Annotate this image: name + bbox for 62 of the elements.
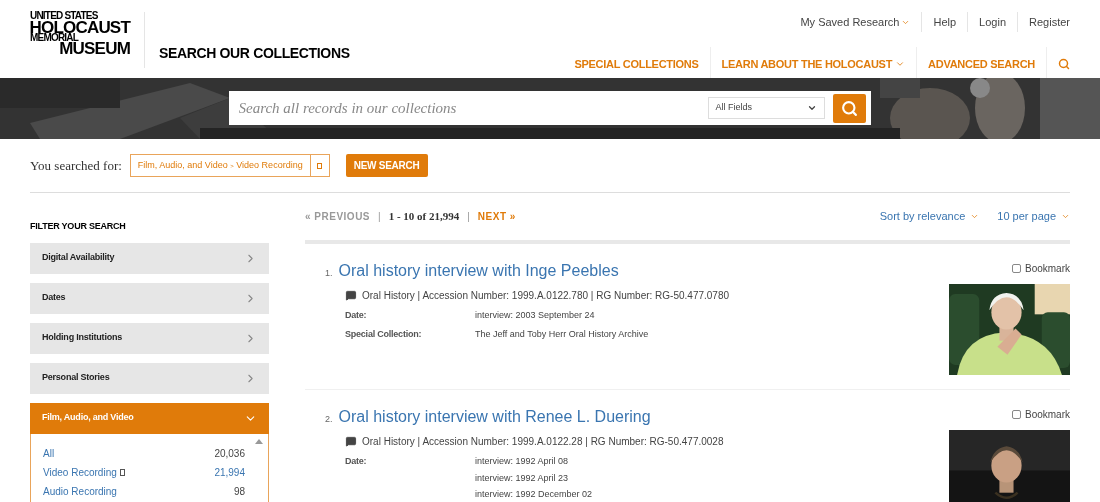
filter-option[interactable]: All bbox=[43, 445, 55, 461]
result-number: 2. bbox=[325, 413, 333, 426]
square-icon bbox=[119, 468, 125, 476]
speech-bubble-icon bbox=[345, 290, 357, 301]
pagination-separator: | bbox=[378, 210, 381, 224]
pagination-separator: | bbox=[467, 210, 470, 224]
utility-link[interactable]: My Saved Research bbox=[800, 13, 911, 31]
checkbox[interactable] bbox=[1012, 264, 1021, 273]
field-label: Date: bbox=[345, 309, 368, 322]
field-label: Date: bbox=[345, 455, 368, 468]
filter-heading: FILTER YOUR SEARCH bbox=[30, 220, 127, 233]
filter-header[interactable]: Holding Institutions bbox=[30, 322, 269, 354]
result-number: 1. bbox=[325, 267, 333, 280]
nav-link[interactable]: LEARN ABOUT THE HOLOCAUST bbox=[721, 55, 906, 73]
scroll-up-icon bbox=[255, 438, 263, 444]
sort-dropdown[interactable]: Sort by relevance bbox=[879, 208, 980, 225]
utility-link[interactable]: Login bbox=[979, 13, 1007, 31]
field-value: interview: 1992 April 23 bbox=[475, 471, 570, 485]
search-icon[interactable] bbox=[1058, 58, 1070, 70]
result-meta: Oral History | Accession Number: 1999.A.0122.28 | RG Number: RG-50.477.0028 bbox=[362, 435, 724, 449]
nav-link[interactable]: ADVANCED SEARCH bbox=[928, 55, 1035, 73]
new-search-button[interactable]: NEW SEARCH bbox=[345, 154, 428, 177]
museum-logo[interactable]: UNITED STATES HOLOCAUST MEMORIAL MUSEUM bbox=[30, 0, 130, 57]
filter-header[interactable]: Personal Stories bbox=[30, 362, 269, 394]
sort-dropdown[interactable]: 10 per page bbox=[997, 208, 1070, 225]
search-button[interactable] bbox=[832, 93, 866, 123]
search-icon bbox=[840, 99, 858, 117]
utility-link[interactable]: Register bbox=[1029, 13, 1070, 31]
result-range: 1 - 10 of 21,994 bbox=[388, 209, 460, 225]
chevron-down-icon bbox=[970, 212, 980, 221]
search-field[interactable]: Search all records in our collections bbox=[228, 91, 708, 125]
utility-link[interactable]: Help bbox=[933, 13, 957, 31]
chevron-down-icon bbox=[1061, 212, 1070, 221]
previous-link[interactable]: « PREVIOUS bbox=[305, 209, 371, 224]
searched-for-label: You searched for: bbox=[30, 156, 122, 175]
field-label: Special Collection: bbox=[345, 327, 423, 341]
speech-bubble-icon bbox=[345, 436, 357, 447]
filter-header[interactable]: Digital Availability bbox=[30, 242, 269, 274]
filter-header[interactable]: Dates bbox=[30, 282, 269, 314]
chevron-down-icon bbox=[806, 103, 817, 113]
square-icon[interactable] bbox=[317, 162, 323, 169]
option-count: 20,036 bbox=[214, 446, 245, 461]
filter-option[interactable]: Video Recording bbox=[43, 464, 125, 480]
field-value: interview: 1992 April 08 bbox=[475, 455, 570, 468]
field-value: The Jeff and Toby Herr Oral History Archive bbox=[475, 327, 649, 341]
filter-option[interactable]: Audio Recording bbox=[43, 483, 117, 499]
option-count: 21,994 bbox=[214, 465, 245, 480]
chevron-down-icon bbox=[895, 59, 906, 69]
option-count: 98 bbox=[233, 484, 245, 499]
bookmark-checkbox[interactable]: Bookmark bbox=[1012, 407, 1070, 422]
nav-link[interactable]: SPECIAL COLLECTIONS bbox=[574, 55, 699, 73]
field-select[interactable]: All Fields bbox=[707, 97, 825, 119]
page-title: SEARCH OUR COLLECTIONS bbox=[159, 44, 350, 63]
result-title[interactable]: Oral history interview with Renee L. Duering bbox=[338, 405, 651, 429]
filter-header[interactable]: Film, Audio, and Video bbox=[30, 402, 269, 434]
bookmark-checkbox[interactable]: Bookmark bbox=[1012, 261, 1070, 276]
checkbox[interactable] bbox=[1012, 410, 1021, 419]
next-link[interactable]: NEXT » bbox=[477, 209, 516, 224]
field-value: interview: 2003 September 24 bbox=[475, 309, 595, 322]
result-meta: Oral History | Accession Number: 1999.A.0122.780 | RG Number: RG-50.477.0780 bbox=[362, 289, 730, 303]
result-title[interactable]: Oral history interview with Inge Peebles bbox=[338, 259, 619, 283]
field-value: interview: 1992 December 02 bbox=[475, 488, 593, 501]
